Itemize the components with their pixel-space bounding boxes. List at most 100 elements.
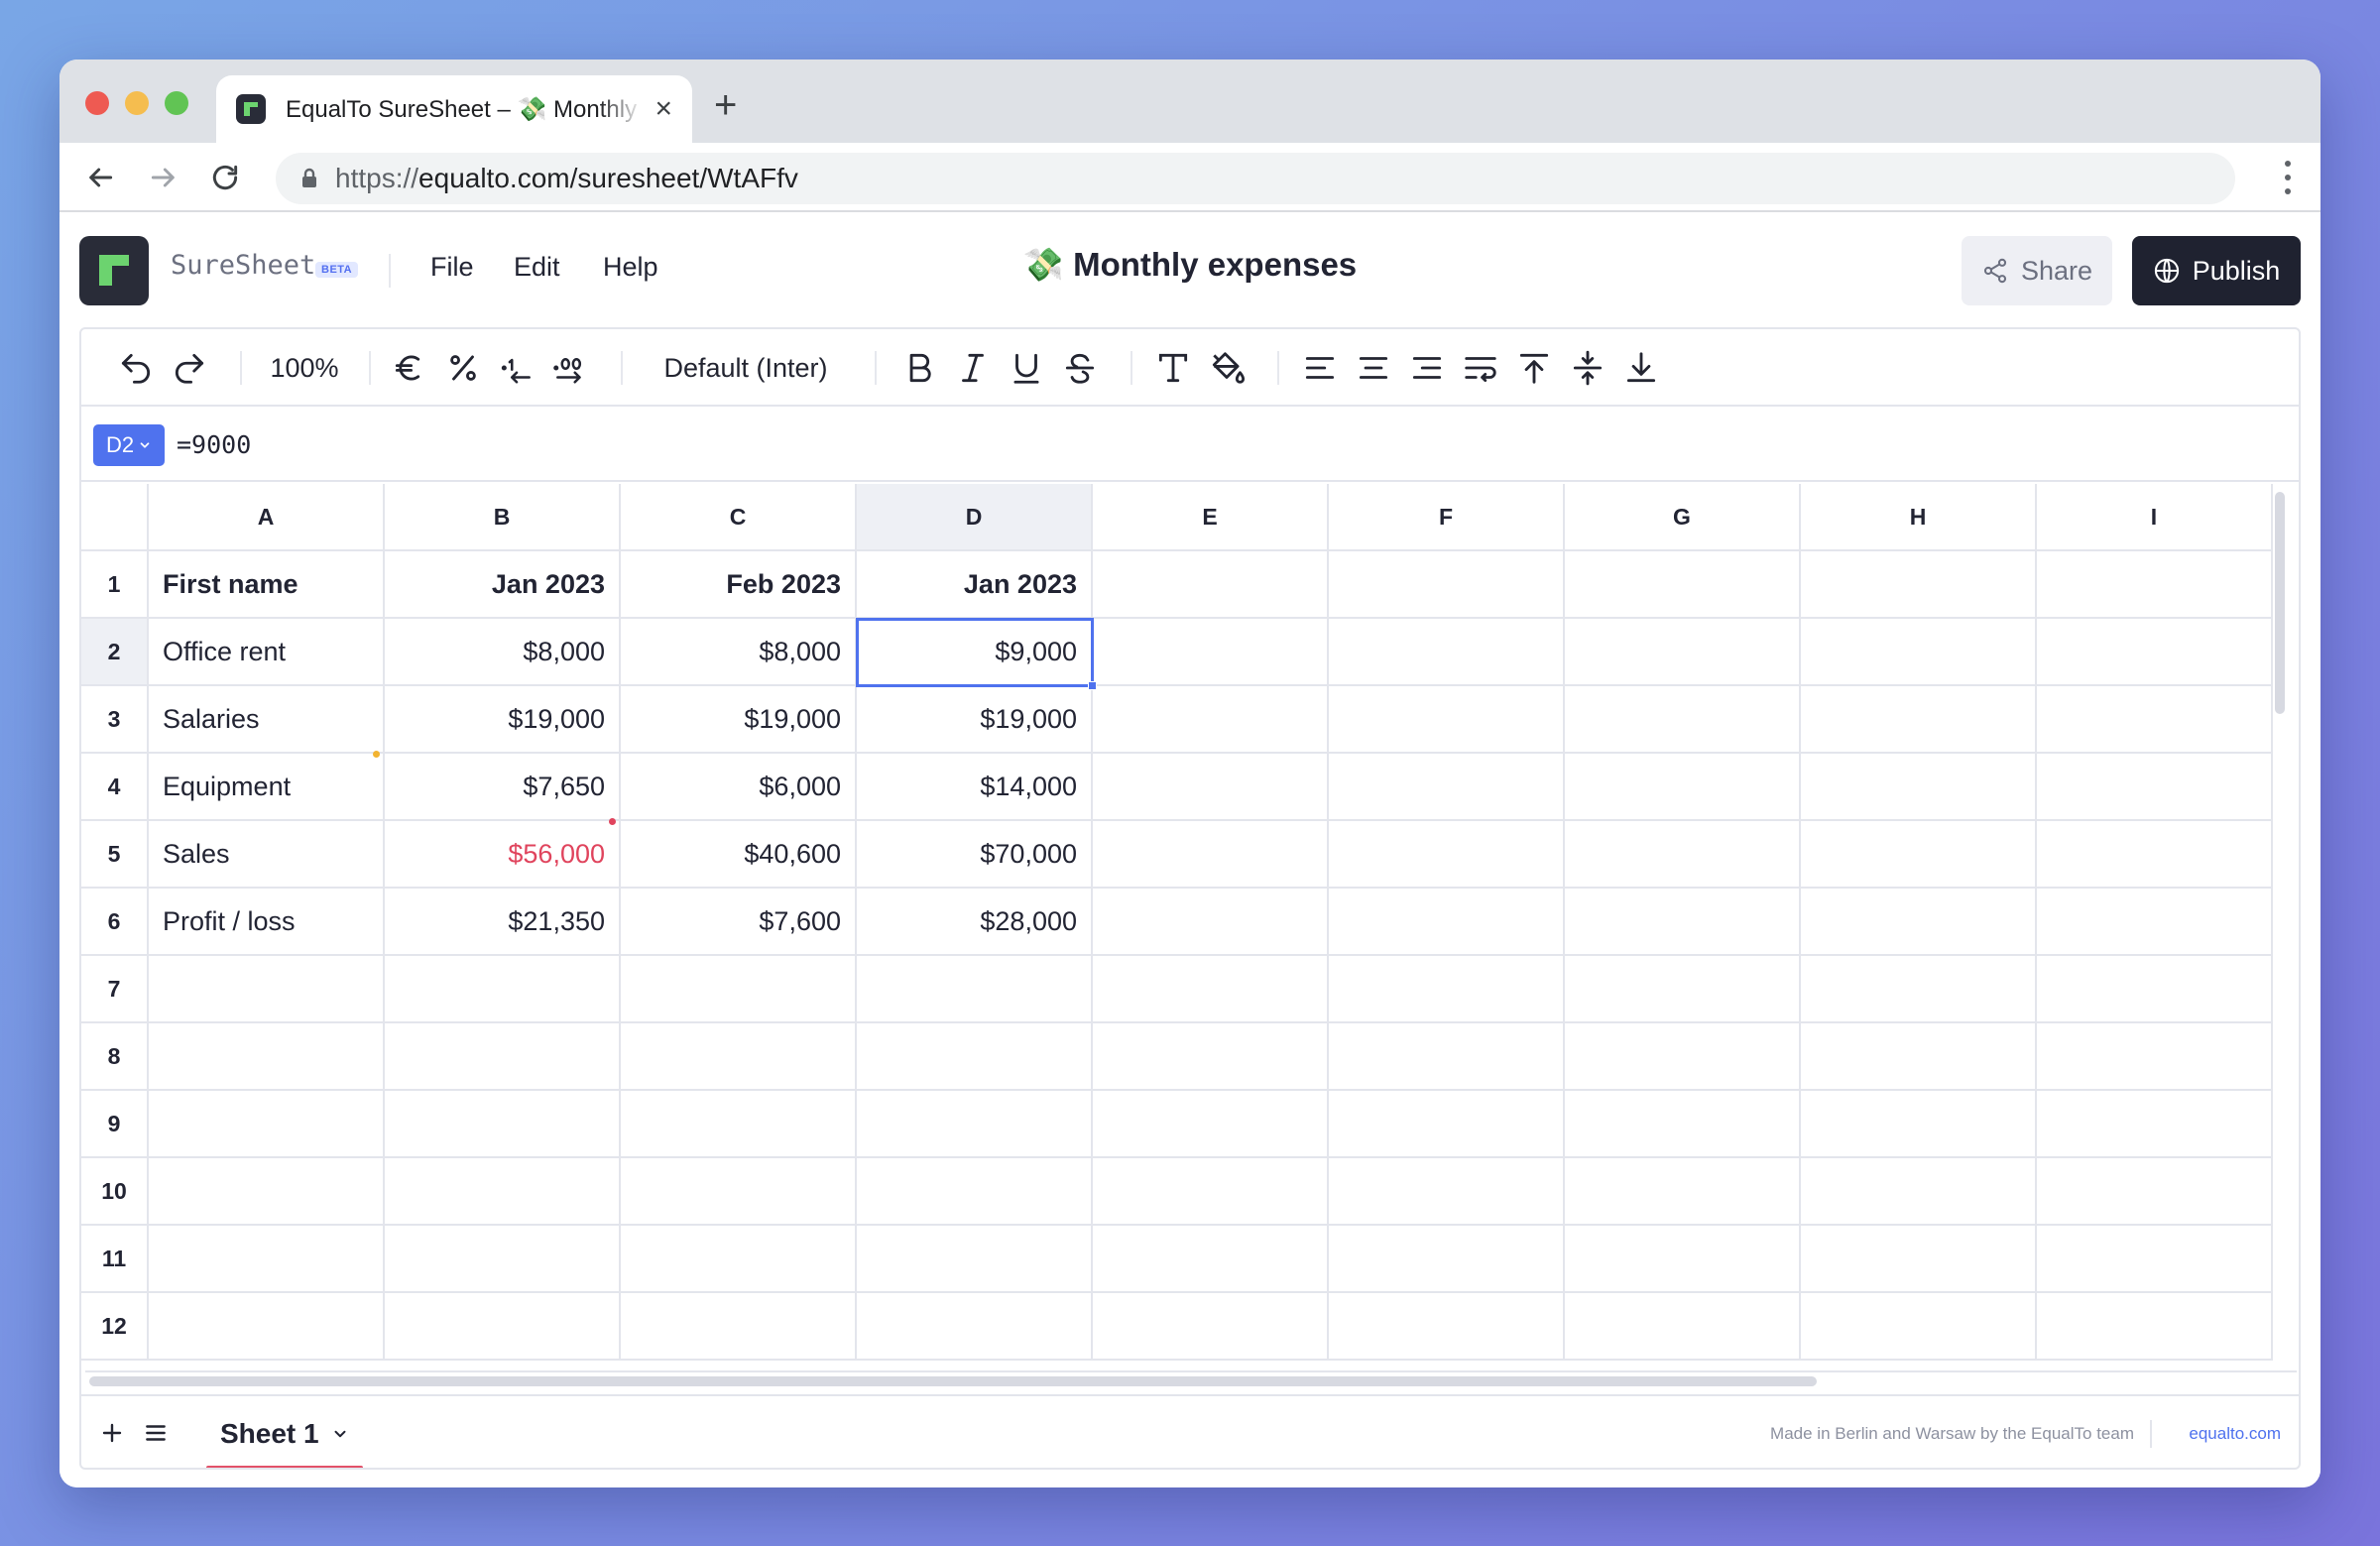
cell-b4[interactable]: $7,650 xyxy=(385,754,621,821)
cell-f6[interactable] xyxy=(1329,889,1565,956)
cell-h6[interactable] xyxy=(1801,889,2037,956)
cell-f10[interactable] xyxy=(1329,1158,1565,1226)
cell-b10[interactable] xyxy=(385,1158,621,1226)
formula-input[interactable]: =9000 xyxy=(177,430,251,459)
cell-d10[interactable] xyxy=(857,1158,1093,1226)
cell-a3[interactable]: Salaries xyxy=(149,686,385,754)
cell-c3[interactable]: $19,000 xyxy=(621,686,857,754)
cell-i8[interactable] xyxy=(2037,1023,2273,1091)
zoom-select[interactable]: 100% xyxy=(260,347,349,389)
cell-g3[interactable] xyxy=(1565,686,1801,754)
cell-b11[interactable] xyxy=(385,1226,621,1293)
column-header[interactable]: I xyxy=(2037,484,2273,551)
cell-g5[interactable] xyxy=(1565,821,1801,889)
cell-f9[interactable] xyxy=(1329,1091,1565,1158)
cell-c8[interactable] xyxy=(621,1023,857,1091)
cell-e2[interactable] xyxy=(1093,619,1329,686)
cell-f8[interactable] xyxy=(1329,1023,1565,1091)
decrease-decimals-icon[interactable] xyxy=(496,347,537,389)
vertical-scroll-thumb[interactable] xyxy=(2275,492,2285,714)
cell-g8[interactable] xyxy=(1565,1023,1801,1091)
align-middle-icon[interactable] xyxy=(1567,347,1608,389)
forward-arrow-icon[interactable] xyxy=(147,161,180,194)
minimize-window-button[interactable] xyxy=(125,91,149,115)
maximize-window-button[interactable] xyxy=(165,91,188,115)
cell-g2[interactable] xyxy=(1565,619,1801,686)
column-header[interactable]: F xyxy=(1329,484,1565,551)
column-header[interactable]: H xyxy=(1801,484,2037,551)
cell-d9[interactable] xyxy=(857,1091,1093,1158)
column-header[interactable]: E xyxy=(1093,484,1329,551)
cell-h10[interactable] xyxy=(1801,1158,2037,1226)
cell-h7[interactable] xyxy=(1801,956,2037,1023)
cell-reference-button[interactable]: D2 xyxy=(93,424,165,466)
cell-f7[interactable] xyxy=(1329,956,1565,1023)
cell-i2[interactable] xyxy=(2037,619,2273,686)
cell-e6[interactable] xyxy=(1093,889,1329,956)
cell-g12[interactable] xyxy=(1565,1293,1801,1361)
fill-color-icon[interactable] xyxy=(1206,347,1248,389)
cell-g4[interactable] xyxy=(1565,754,1801,821)
cell-e4[interactable] xyxy=(1093,754,1329,821)
close-window-button[interactable] xyxy=(85,91,109,115)
cell-d5[interactable]: $70,000 xyxy=(857,821,1093,889)
cell-i11[interactable] xyxy=(2037,1226,2273,1293)
row-header[interactable]: 9 xyxy=(81,1091,149,1158)
cell-c1[interactable]: Feb 2023 xyxy=(621,551,857,619)
horizontal-scrollbar[interactable] xyxy=(85,1370,2297,1392)
cell-d7[interactable] xyxy=(857,956,1093,1023)
cell-g10[interactable] xyxy=(1565,1158,1801,1226)
cell-b1[interactable]: Jan 2023 xyxy=(385,551,621,619)
align-top-icon[interactable] xyxy=(1513,347,1555,389)
equalto-link[interactable]: equalto.com xyxy=(2189,1424,2281,1444)
cell-f4[interactable] xyxy=(1329,754,1565,821)
cell-i9[interactable] xyxy=(2037,1091,2273,1158)
row-header[interactable]: 10 xyxy=(81,1158,149,1226)
new-tab-icon[interactable]: + xyxy=(714,85,737,125)
cell-a1[interactable]: First name xyxy=(149,551,385,619)
cell-c4[interactable]: $6,000 xyxy=(621,754,857,821)
cell-d12[interactable] xyxy=(857,1293,1093,1361)
cell-e7[interactable] xyxy=(1093,956,1329,1023)
back-arrow-icon[interactable] xyxy=(83,161,117,194)
cell-h12[interactable] xyxy=(1801,1293,2037,1361)
row-header[interactable]: 11 xyxy=(81,1226,149,1293)
cell-d6[interactable]: $28,000 xyxy=(857,889,1093,956)
cell-d4[interactable]: $14,000 xyxy=(857,754,1093,821)
cell-b3[interactable]: $19,000 xyxy=(385,686,621,754)
cell-i5[interactable] xyxy=(2037,821,2273,889)
cell-e1[interactable] xyxy=(1093,551,1329,619)
cell-c12[interactable] xyxy=(621,1293,857,1361)
cell-a2[interactable]: Office rent xyxy=(149,619,385,686)
cell-c5[interactable]: $40,600 xyxy=(621,821,857,889)
cell-h8[interactable] xyxy=(1801,1023,2037,1091)
increase-decimals-icon[interactable] xyxy=(549,347,591,389)
cell-c11[interactable] xyxy=(621,1226,857,1293)
undo-icon[interactable] xyxy=(115,347,157,389)
column-header[interactable]: A xyxy=(149,484,385,551)
browser-tab[interactable]: EqualTo SureSheet – 💸 Monthly expenses × xyxy=(216,75,692,143)
cell-e8[interactable] xyxy=(1093,1023,1329,1091)
cell-g9[interactable] xyxy=(1565,1091,1801,1158)
reload-icon[interactable] xyxy=(208,161,242,194)
cell-c10[interactable] xyxy=(621,1158,857,1226)
cell-h11[interactable] xyxy=(1801,1226,2037,1293)
cell-i10[interactable] xyxy=(2037,1158,2273,1226)
wrap-text-icon[interactable] xyxy=(1460,347,1501,389)
sheet-list-icon[interactable] xyxy=(139,1416,173,1450)
cell-e9[interactable] xyxy=(1093,1091,1329,1158)
italic-icon[interactable] xyxy=(952,347,994,389)
percent-icon[interactable] xyxy=(442,347,484,389)
publish-button[interactable]: Publish xyxy=(2132,236,2301,305)
cell-b5[interactable]: $56,000 xyxy=(385,821,621,889)
cell-f12[interactable] xyxy=(1329,1293,1565,1361)
cell-d1[interactable]: Jan 2023 xyxy=(857,551,1093,619)
row-header[interactable]: 3 xyxy=(81,686,149,754)
redo-icon[interactable] xyxy=(169,347,210,389)
cell-e3[interactable] xyxy=(1093,686,1329,754)
cell-e5[interactable] xyxy=(1093,821,1329,889)
cell-c7[interactable] xyxy=(621,956,857,1023)
row-header[interactable]: 5 xyxy=(81,821,149,889)
cell-a9[interactable] xyxy=(149,1091,385,1158)
cell-b2[interactable]: $8,000 xyxy=(385,619,621,686)
